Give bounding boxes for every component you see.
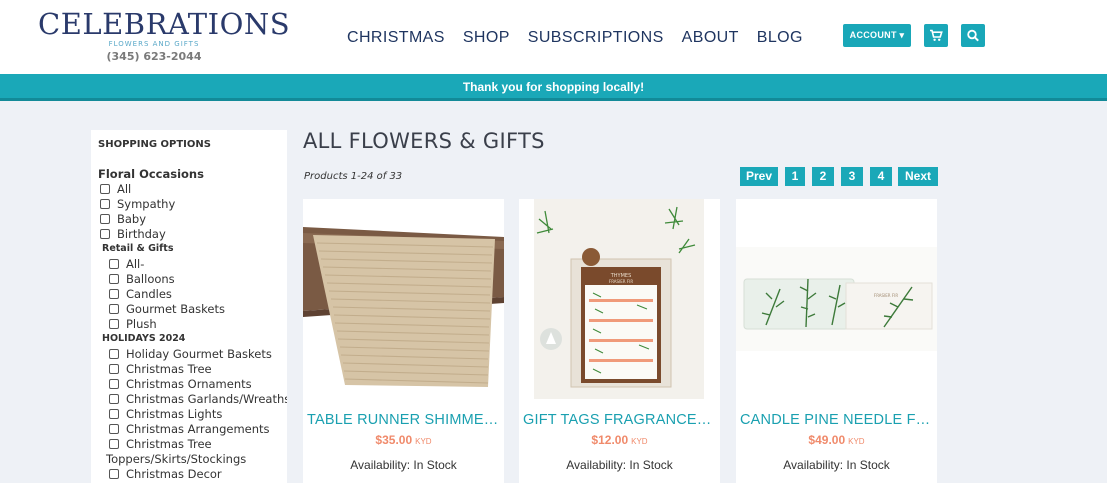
checkbox[interactable] [100, 213, 110, 224]
product-price: $12.00 KYD [519, 431, 720, 449]
checkbox[interactable] [109, 348, 119, 359]
pager-prev-button[interactable]: Prev [740, 167, 778, 186]
cart-button[interactable] [924, 24, 948, 47]
floral-occasions-heading: Floral Occasions [98, 167, 204, 181]
nav-shop[interactable]: SHOP [463, 27, 510, 49]
checkbox[interactable] [109, 408, 119, 419]
checkbox[interactable] [109, 288, 119, 299]
brand-logo[interactable]: CELEBRATIONS FLOWERS AND GIFTS (345) 623… [38, 6, 291, 68]
pager-page-1[interactable]: 1 [785, 167, 805, 186]
sidebar-title: SHOPPING OPTIONS [98, 139, 211, 150]
product-card[interactable]: THYMES FRASIER FIR GIFT TAGS FRAGRANCED … [519, 199, 720, 483]
product-name[interactable]: CANDLE PINE NEEDLE FR... [740, 412, 935, 428]
retail-gifts-heading: Retail & Gifts [102, 243, 174, 254]
checkbox[interactable] [109, 438, 119, 449]
filter-christmas-tree[interactable]: Christmas Tree [109, 361, 212, 376]
filter-candles[interactable]: Candles [109, 286, 172, 301]
checkbox[interactable] [109, 303, 119, 314]
filter-baby[interactable]: Baby [100, 211, 146, 226]
product-availability: Availability: In Stock [783, 458, 890, 472]
product-availability: Availability: In Stock [566, 458, 673, 472]
filter-holiday-gourmet-baskets[interactable]: Holiday Gourmet Baskets [109, 346, 272, 361]
tag-title-text: FRASIER FIR [609, 279, 633, 284]
shopping-options-sidebar: SHOPPING OPTIONS Floral Occasions All Sy… [91, 130, 287, 483]
filter-sympathy[interactable]: Sympathy [100, 196, 175, 211]
filter-christmas-ornaments[interactable]: Christmas Ornaments [109, 376, 252, 391]
nav-christmas[interactable]: CHRISTMAS [347, 27, 445, 49]
checkbox[interactable] [100, 198, 110, 209]
product-image-table-runner[interactable] [303, 199, 504, 399]
search-icon [967, 29, 979, 42]
product-card[interactable]: TABLE RUNNER SHIMMER... $35.00 KYD Availa… [303, 199, 504, 483]
brand-tagline: FLOWERS AND GIFTS [108, 40, 200, 48]
nav-blog[interactable]: BLOG [757, 27, 803, 49]
filter-plush[interactable]: Plush [109, 316, 157, 331]
page-title: ALL FLOWERS & GIFTS [303, 129, 545, 153]
search-button[interactable] [961, 24, 985, 47]
filter-christmas-decor[interactable]: Christmas Decor [109, 466, 222, 481]
filter-birthday[interactable]: Birthday [100, 226, 166, 241]
brand-phone[interactable]: (345) 623-2044 [38, 50, 270, 63]
product-image-candle[interactable]: FRASIER FIR [736, 199, 937, 399]
filter-christmas-lights[interactable]: Christmas Lights [109, 406, 222, 421]
pager-next-button[interactable]: Next [898, 167, 938, 186]
checkbox[interactable] [109, 318, 119, 329]
product-price: $49.00 KYD [736, 431, 937, 449]
checkbox[interactable] [109, 363, 119, 374]
holidays-heading: HOLIDAYS 2024 [102, 333, 186, 344]
filter-balloons[interactable]: Balloons [109, 271, 175, 286]
nav-subscriptions[interactable]: SUBSCRIPTIONS [528, 27, 664, 49]
candle-label-text: FRASIER FIR [874, 293, 898, 298]
checkbox[interactable] [109, 393, 119, 404]
price-amount: $49.00 [808, 433, 846, 447]
pager-page-4[interactable]: 4 [870, 167, 892, 186]
main-nav: CHRISTMAS SHOP SUBSCRIPTIONS ABOUT BLOG [347, 27, 821, 49]
site-header: CELEBRATIONS FLOWERS AND GIFTS (345) 623… [0, 0, 1107, 74]
filter-retail-all[interactable]: All- [109, 256, 144, 271]
checkbox[interactable] [109, 258, 119, 269]
filter-christmas-garlands-wreaths[interactable]: Christmas Garlands/Wreaths [109, 391, 287, 406]
price-currency: KYD [631, 437, 648, 446]
product-count: Products 1-24 of 33 [304, 171, 403, 182]
pager-page-2[interactable]: 2 [812, 167, 834, 186]
price-amount: $35.00 [375, 433, 413, 447]
price-amount: $12.00 [591, 433, 629, 447]
product-name[interactable]: TABLE RUNNER SHIMMER... [307, 412, 502, 428]
price-currency: KYD [848, 437, 865, 446]
pager-page-3[interactable]: 3 [841, 167, 863, 186]
checkbox[interactable] [100, 228, 110, 239]
checkbox[interactable] [109, 378, 119, 389]
product-availability: Availability: In Stock [350, 458, 457, 472]
filter-christmas-tree-toppers[interactable]: Christmas Tree [109, 436, 212, 451]
filter-christmas-tree-toppers-wrap[interactable]: Toppers/Skirts/Stockings [106, 451, 246, 466]
nav-about[interactable]: ABOUT [682, 27, 739, 49]
filter-gourmet-baskets[interactable]: Gourmet Baskets [109, 301, 225, 316]
checkbox[interactable] [109, 423, 119, 434]
checkbox[interactable] [100, 183, 110, 194]
announcement-banner: Thank you for shopping locally! [0, 74, 1107, 101]
brand-name: CELEBRATIONS [38, 7, 291, 41]
product-card[interactable]: FRASIER FIR CANDLE PINE NEEDLE FR... $49… [736, 199, 937, 483]
product-name[interactable]: GIFT TAGS FRAGRANCED ... [523, 412, 718, 428]
cart-icon [930, 29, 943, 41]
price-currency: KYD [415, 437, 432, 446]
filter-christmas-arrangements[interactable]: Christmas Arrangements [109, 421, 270, 436]
account-button[interactable]: ACCOUNT ▾ [843, 24, 911, 47]
filter-all[interactable]: All [100, 181, 131, 196]
product-price: $35.00 KYD [303, 431, 504, 449]
checkbox[interactable] [109, 468, 119, 479]
checkbox[interactable] [109, 273, 119, 284]
product-image-gift-tags[interactable]: THYMES FRASIER FIR [519, 199, 720, 399]
